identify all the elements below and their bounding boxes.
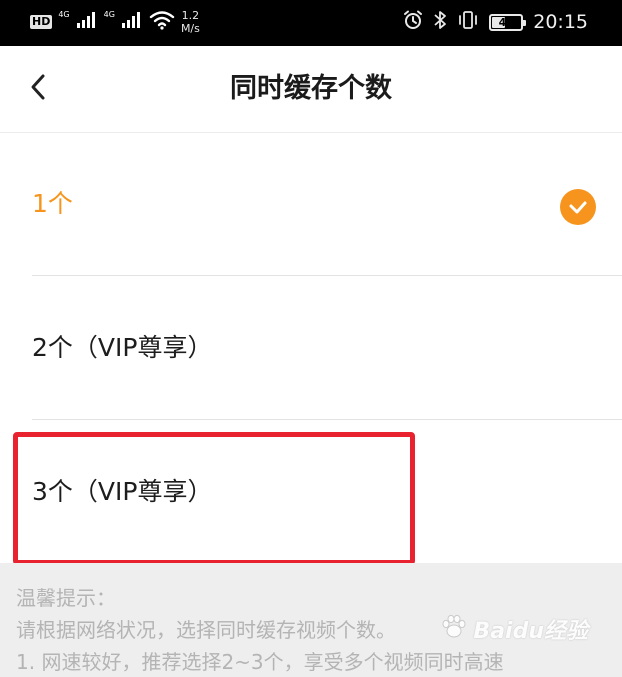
alarm-icon — [403, 10, 423, 34]
signal-2-label: 4G — [103, 10, 115, 19]
status-bar-left: HD 4G 4G 1.2 M/s — [30, 7, 200, 37]
bluetooth-icon — [433, 10, 447, 34]
vibrate-icon — [457, 10, 479, 34]
status-bar-right: 47 20:15 — [403, 7, 588, 37]
battery-icon: 47 — [489, 13, 527, 31]
screen: HD 4G 4G 1.2 M/s 47 20:15 同时缓存个数 1个 2个（V… — [0, 0, 622, 677]
signal-1-label: 4G — [58, 10, 70, 19]
divider — [32, 275, 622, 276]
tips-line-1: 请根据网络状况，选择同时缓存视频个数。 — [16, 618, 396, 642]
paw-icon — [439, 612, 469, 646]
option-1-count[interactable]: 1个 — [0, 133, 622, 276]
status-time: 20:15 — [533, 11, 588, 33]
option-3-count[interactable]: 3个（VIP尊享） — [0, 421, 622, 564]
option-2-count[interactable]: 2个（VIP尊享） — [0, 277, 622, 420]
tips-title: 温馨提示： — [16, 586, 116, 610]
wifi-icon — [149, 10, 175, 34]
check-icon — [560, 189, 596, 225]
network-speed-unit: M/s — [180, 22, 200, 35]
network-speed-value: 1.2 — [181, 9, 200, 22]
page-title: 同时缓存个数 — [230, 73, 392, 104]
signal-icon — [76, 11, 98, 33]
option-label: 2个（VIP尊享） — [32, 333, 213, 362]
battery-level: 47 — [498, 15, 514, 29]
network-speed: 1.2 M/s — [181, 9, 200, 35]
option-label: 1个 — [32, 189, 73, 218]
baidu-watermark: Baidu经验 — [439, 612, 588, 646]
tips-line-2: 1. 网速较好，推荐选择2~3个，享受多个视频同时高速 — [16, 650, 504, 674]
divider — [32, 419, 622, 420]
page-header: 同时缓存个数 — [0, 46, 622, 133]
status-bar: HD 4G 4G 1.2 M/s 47 20:15 — [0, 0, 622, 46]
option-label: 3个（VIP尊享） — [32, 477, 213, 506]
hd-badge: HD — [30, 15, 53, 29]
watermark-text: Baidu经验 — [473, 619, 588, 644]
signal-icon — [121, 11, 143, 33]
